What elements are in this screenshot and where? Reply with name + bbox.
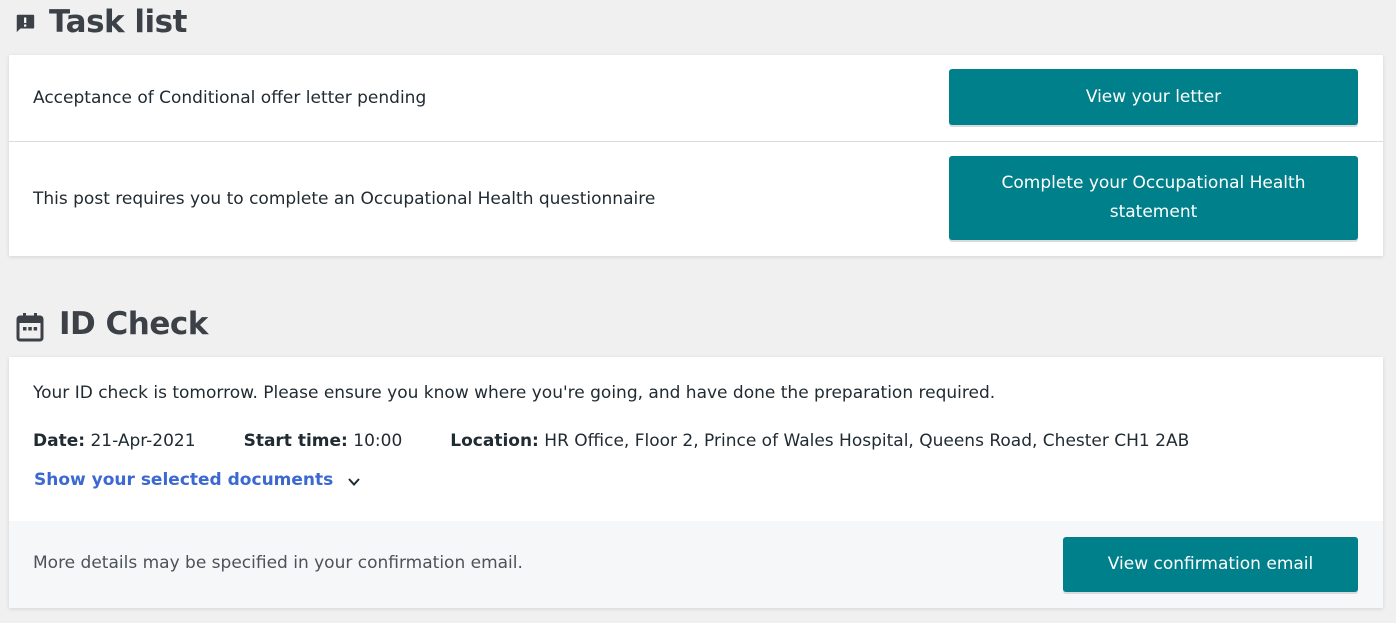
- start-time-value: 10:00: [353, 431, 403, 451]
- id-check-heading: ID Check: [16, 303, 208, 345]
- view-confirmation-email-button[interactable]: View confirmation email: [1063, 537, 1358, 592]
- date-label: Date:: [33, 431, 86, 451]
- id-check-footer: More details may be specified in your co…: [9, 521, 1383, 608]
- id-check-details: Date: 21-Apr-2021 Start time: 10:00 Loca…: [33, 431, 1237, 451]
- page: Task list Acceptance of Conditional offe…: [0, 0, 1396, 623]
- chevron-down-icon: [348, 478, 361, 486]
- task-list-heading: Task list: [14, 2, 187, 42]
- occupational-health-button[interactable]: Complete your Occupational Health statem…: [949, 156, 1358, 240]
- task-list-title: Task list: [49, 4, 187, 40]
- view-letter-button[interactable]: View your letter: [949, 69, 1358, 125]
- id-check-card: Your ID check is tomorrow. Please ensure…: [9, 357, 1383, 608]
- id-check-title: ID Check: [59, 306, 208, 342]
- location-detail: Location: HR Office, Floor 2, Prince of …: [450, 431, 1189, 451]
- location-label: Location:: [450, 431, 539, 451]
- start-time-label: Start time:: [243, 431, 348, 451]
- footer-text: More details may be specified in your co…: [33, 553, 523, 573]
- start-time-detail: Start time: 10:00: [244, 431, 403, 451]
- task-list-card: Acceptance of Conditional offer letter p…: [9, 55, 1383, 256]
- task-row: Acceptance of Conditional offer letter p…: [9, 55, 1383, 142]
- location-value: HR Office, Floor 2, Prince of Wales Hosp…: [544, 431, 1190, 451]
- calendar-icon: [16, 313, 44, 342]
- show-documents-label: Show your selected documents: [34, 470, 334, 490]
- show-documents-toggle[interactable]: Show your selected documents: [34, 470, 361, 490]
- feedback-icon: [16, 14, 35, 33]
- task-row: This post requires you to complete an Oc…: [9, 142, 1383, 256]
- id-check-intro: Your ID check is tomorrow. Please ensure…: [33, 383, 996, 403]
- date-detail: Date: 21-Apr-2021: [33, 431, 196, 451]
- date-value: 21-Apr-2021: [90, 431, 196, 451]
- task-text: This post requires you to complete an Oc…: [33, 189, 656, 209]
- task-text: Acceptance of Conditional offer letter p…: [33, 88, 427, 108]
